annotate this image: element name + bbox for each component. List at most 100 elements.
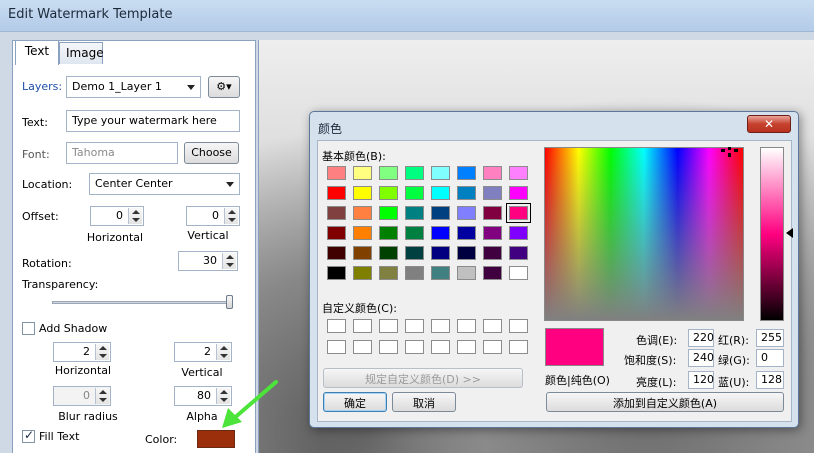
- basic-color-swatch[interactable]: [353, 226, 372, 240]
- cancel-button[interactable]: 取消: [392, 392, 456, 412]
- spinner-arrows-icon[interactable]: [224, 208, 238, 224]
- basic-color-swatch[interactable]: [379, 206, 398, 220]
- basic-color-swatch[interactable]: [405, 186, 424, 200]
- basic-color-swatch[interactable]: [353, 206, 372, 220]
- choose-font-button[interactable]: Choose: [184, 142, 239, 164]
- basic-color-swatch[interactable]: [483, 166, 502, 180]
- blur-radius-spinner[interactable]: 0: [53, 386, 111, 406]
- add-to-custom-colors-button[interactable]: 添加到自定义颜色(A): [546, 392, 784, 412]
- red-input[interactable]: 255: [756, 329, 784, 347]
- location-select[interactable]: Center Center: [89, 173, 240, 195]
- spinner-arrows-icon[interactable]: [128, 208, 142, 224]
- spinner-arrows-icon[interactable]: [95, 344, 109, 360]
- basic-color-swatch[interactable]: [327, 266, 346, 280]
- basic-color-swatch[interactable]: [457, 206, 476, 220]
- basic-color-swatch[interactable]: [327, 226, 346, 240]
- luminance-bar[interactable]: [760, 147, 784, 321]
- basic-color-swatch[interactable]: [457, 266, 476, 280]
- custom-color-swatch[interactable]: [457, 340, 476, 354]
- basic-color-swatch[interactable]: [405, 206, 424, 220]
- saturation-input[interactable]: 240: [688, 349, 714, 367]
- fill-color-swatch[interactable]: [197, 430, 235, 448]
- shadow-horizontal-spinner[interactable]: 2: [53, 342, 111, 362]
- rotation-spinner[interactable]: 30: [178, 251, 238, 271]
- custom-color-swatch[interactable]: [431, 319, 450, 333]
- basic-color-swatch[interactable]: [353, 166, 372, 180]
- custom-color-swatch[interactable]: [457, 319, 476, 333]
- custom-color-swatch[interactable]: [405, 319, 424, 333]
- basic-color-swatch[interactable]: [353, 266, 372, 280]
- define-custom-colors-button[interactable]: 规定自定义颜色(D) >>: [323, 368, 523, 388]
- basic-color-swatch[interactable]: [431, 266, 450, 280]
- tab-text[interactable]: Text: [15, 40, 59, 65]
- watermark-text-input[interactable]: Type your watermark here: [66, 110, 240, 132]
- basic-color-swatch[interactable]: [483, 246, 502, 260]
- basic-color-swatch[interactable]: [405, 266, 424, 280]
- basic-color-swatch[interactable]: [405, 166, 424, 180]
- offset-vertical-spinner[interactable]: 0: [186, 206, 240, 226]
- custom-color-swatch[interactable]: [509, 340, 528, 354]
- custom-color-swatch[interactable]: [509, 319, 528, 333]
- custom-color-swatch[interactable]: [405, 340, 424, 354]
- basic-color-swatch[interactable]: [457, 246, 476, 260]
- basic-color-swatch[interactable]: [506, 203, 531, 223]
- color-spectrum[interactable]: [544, 147, 744, 321]
- ok-button[interactable]: 确定: [323, 392, 387, 412]
- basic-color-swatch[interactable]: [379, 246, 398, 260]
- custom-color-swatch[interactable]: [379, 340, 398, 354]
- basic-color-swatch[interactable]: [379, 186, 398, 200]
- basic-color-swatch[interactable]: [431, 186, 450, 200]
- basic-color-swatch[interactable]: [509, 226, 528, 240]
- basic-color-swatch[interactable]: [327, 206, 346, 220]
- basic-color-swatch[interactable]: [431, 246, 450, 260]
- tab-image[interactable]: Image: [59, 42, 104, 64]
- custom-color-swatch[interactable]: [353, 319, 372, 333]
- custom-color-swatch[interactable]: [483, 340, 502, 354]
- custom-color-swatch[interactable]: [353, 340, 372, 354]
- basic-color-swatch[interactable]: [457, 166, 476, 180]
- basic-color-swatch[interactable]: [457, 226, 476, 240]
- custom-color-swatch[interactable]: [431, 340, 450, 354]
- transparency-slider-thumb[interactable]: [226, 295, 233, 309]
- offset-horizontal-spinner[interactable]: 0: [90, 206, 144, 226]
- spinner-arrows-icon[interactable]: [216, 344, 230, 360]
- basic-color-swatch[interactable]: [327, 186, 346, 200]
- basic-color-swatch[interactable]: [353, 246, 372, 260]
- basic-color-swatch[interactable]: [509, 186, 528, 200]
- basic-color-swatch[interactable]: [353, 186, 372, 200]
- shadow-vertical-spinner[interactable]: 2: [174, 342, 232, 362]
- custom-color-swatch[interactable]: [379, 319, 398, 333]
- basic-color-swatch[interactable]: [431, 226, 450, 240]
- basic-color-swatch[interactable]: [483, 226, 502, 240]
- basic-color-swatch[interactable]: [509, 246, 528, 260]
- basic-color-swatch[interactable]: [509, 266, 528, 280]
- hue-input[interactable]: 220: [688, 329, 714, 347]
- basic-color-swatch[interactable]: [457, 186, 476, 200]
- custom-color-swatch[interactable]: [327, 319, 346, 333]
- basic-color-swatch[interactable]: [327, 166, 346, 180]
- transparency-slider-track[interactable]: [52, 301, 232, 304]
- basic-color-swatch[interactable]: [379, 266, 398, 280]
- basic-color-swatch[interactable]: [405, 246, 424, 260]
- green-input[interactable]: 0: [756, 349, 784, 367]
- luminance-arrow-icon[interactable]: [786, 228, 793, 238]
- blue-input[interactable]: 128: [756, 371, 784, 389]
- add-shadow-checkbox[interactable]: [22, 322, 35, 335]
- basic-color-swatch[interactable]: [379, 166, 398, 180]
- basic-color-swatch[interactable]: [327, 246, 346, 260]
- luminance-input[interactable]: 120: [688, 371, 714, 389]
- basic-color-swatch[interactable]: [509, 166, 528, 180]
- basic-color-swatch[interactable]: [483, 186, 502, 200]
- spinner-arrows-icon[interactable]: [222, 253, 236, 269]
- close-button[interactable]: ✕: [747, 115, 791, 133]
- basic-color-swatch[interactable]: [483, 206, 502, 220]
- spinner-arrows-icon[interactable]: [95, 388, 109, 404]
- fill-text-checkbox[interactable]: [22, 428, 35, 443]
- basic-color-swatch[interactable]: [379, 226, 398, 240]
- basic-color-swatch[interactable]: [431, 206, 450, 220]
- custom-color-swatch[interactable]: [327, 340, 346, 354]
- basic-color-swatch[interactable]: [431, 166, 450, 180]
- basic-color-swatch[interactable]: [405, 226, 424, 240]
- layer-options-button[interactable]: ⚙▾: [208, 76, 240, 98]
- layers-select[interactable]: Demo 1_Layer 1: [66, 76, 201, 98]
